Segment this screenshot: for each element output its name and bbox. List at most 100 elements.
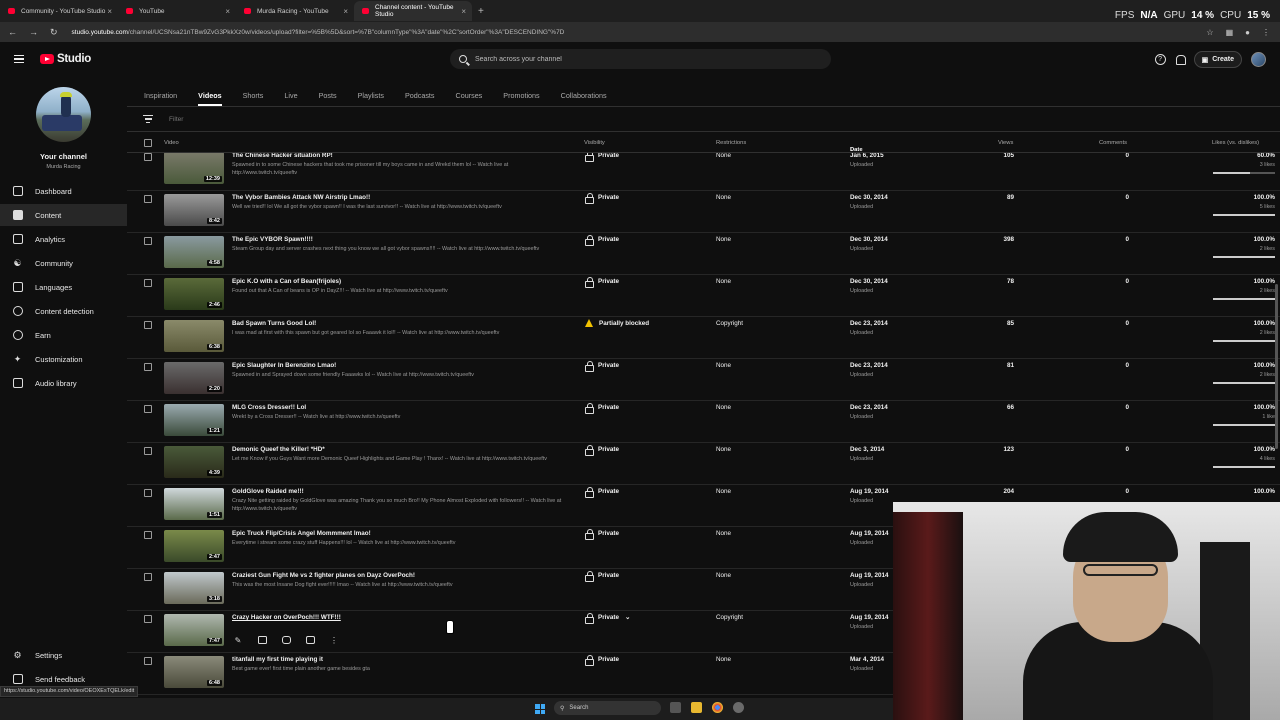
app-icon[interactable] — [733, 702, 744, 713]
row-checkbox[interactable] — [144, 363, 152, 371]
table-row[interactable]: 6:38 Bad Spawn Turns Good Lol! I was mad a… — [127, 317, 1280, 359]
windows-start-icon[interactable] — [535, 704, 545, 714]
video-thumbnail[interactable]: 6:48 — [164, 656, 224, 688]
search-input[interactable] — [475, 55, 795, 63]
row-checkbox[interactable] — [144, 531, 152, 539]
create-button[interactable]: ▣ Create — [1193, 51, 1242, 68]
tab-posts[interactable]: Posts — [319, 84, 337, 106]
tab-promotions[interactable]: Promotions — [503, 84, 539, 106]
sidebar-item-audio-library[interactable]: Audio library — [0, 372, 127, 394]
row-checkbox[interactable] — [144, 237, 152, 245]
visibility-cell[interactable]: Partially blocked — [585, 319, 649, 327]
video-title[interactable]: MLG Cross Dresser!! Lol — [232, 404, 306, 411]
video-title[interactable]: The Chinese Hacker situation RP! — [232, 153, 333, 159]
new-tab-button[interactable]: + — [478, 6, 484, 17]
studio-logo[interactable]: Studio — [40, 53, 91, 65]
visibility-cell[interactable]: Private — [585, 235, 619, 246]
task-view-icon[interactable] — [670, 702, 681, 713]
video-title[interactable]: Epic Truck Flip/Crisis Angel Mommment lm… — [232, 530, 371, 537]
views-cell[interactable]: 398 — [1003, 236, 1014, 243]
bookmark-star-icon[interactable]: ☆ — [1206, 28, 1213, 37]
tab-live[interactable]: Live — [284, 84, 297, 106]
account-avatar[interactable] — [1251, 52, 1266, 67]
views-cell[interactable]: 123 — [1003, 446, 1014, 453]
row-checkbox[interactable] — [144, 657, 152, 665]
sidebar-item-dashboard[interactable]: Dashboard — [0, 180, 127, 202]
notifications-bell-icon[interactable] — [1175, 54, 1186, 65]
visibility-cell[interactable]: Private — [585, 655, 619, 666]
video-thumbnail[interactable]: 2:47 — [164, 530, 224, 562]
visibility-cell[interactable]: Private — [585, 153, 619, 162]
views-cell[interactable]: 85 — [1007, 320, 1014, 327]
row-checkbox[interactable] — [144, 195, 152, 203]
tab-shorts[interactable]: Shorts — [243, 84, 264, 106]
browser-tab[interactable]: YouTube × — [118, 1, 236, 21]
video-thumbnail[interactable]: 4:39 — [164, 446, 224, 478]
tab-playlists[interactable]: Playlists — [358, 84, 384, 106]
visibility-cell[interactable]: Private — [585, 529, 619, 540]
row-checkbox[interactable] — [144, 489, 152, 497]
column-comments[interactable]: Comments — [1099, 140, 1127, 146]
chevron-down-icon[interactable]: ⌄ — [625, 614, 630, 621]
comments-icon[interactable] — [281, 635, 291, 645]
taskbar-search[interactable]: ⚲ Search — [554, 701, 661, 715]
filter-input[interactable]: Filter — [169, 116, 183, 123]
row-checkbox[interactable] — [144, 279, 152, 287]
comments-cell[interactable]: 0 — [1125, 404, 1129, 411]
back-icon[interactable]: ← — [8, 27, 17, 38]
video-title[interactable]: Craziest Gun Fight Me vs 2 fighter plane… — [232, 572, 415, 579]
sidebar-item-community[interactable]: ☯ Community — [0, 252, 127, 274]
visibility-cell[interactable]: Private — [585, 487, 619, 498]
tab-videos[interactable]: Videos — [198, 84, 223, 106]
views-cell[interactable]: 204 — [1003, 488, 1014, 495]
tab-collaborations[interactable]: Collaborations — [561, 84, 607, 106]
comments-cell[interactable]: 0 — [1125, 488, 1129, 495]
comments-cell[interactable]: 0 — [1125, 194, 1129, 201]
scrollbar[interactable] — [1275, 284, 1278, 449]
table-row[interactable]: 8:42 The Vybor Bambies Attack NW Airstrip… — [127, 191, 1280, 233]
chrome-icon[interactable] — [712, 702, 723, 713]
analytics-icon[interactable] — [257, 635, 267, 645]
table-row[interactable]: 1:21 MLG Cross Dresser!! Lol Wrekt by a Cr… — [127, 401, 1280, 443]
video-title[interactable]: titanfall my first time playing it — [232, 656, 323, 663]
views-cell[interactable]: 105 — [1003, 153, 1014, 159]
comments-cell[interactable]: 0 — [1125, 362, 1129, 369]
row-checkbox[interactable] — [144, 321, 152, 329]
comments-cell[interactable]: 0 — [1125, 278, 1129, 285]
table-row[interactable]: 4:58 The Epic VYBOR Spawn!!!! Steam Group … — [127, 233, 1280, 275]
comments-cell[interactable]: 0 — [1125, 153, 1129, 159]
video-title[interactable]: Demonic Queef the Killer! *HD* — [232, 446, 325, 453]
row-checkbox[interactable] — [144, 405, 152, 413]
row-checkbox[interactable] — [144, 573, 152, 581]
video-thumbnail[interactable]: 1:51 — [164, 488, 224, 520]
select-all-checkbox[interactable] — [144, 139, 152, 147]
video-thumbnail[interactable]: 1:21 — [164, 404, 224, 436]
tab-inspiration[interactable]: Inspiration — [144, 84, 177, 106]
browser-tab[interactable]: Community - YouTube Studio × — [0, 1, 118, 21]
visibility-cell[interactable]: Private ⌄ — [585, 613, 630, 624]
column-restrictions[interactable]: Restrictions — [716, 140, 746, 146]
video-thumbnail[interactable]: 2:20 — [164, 362, 224, 394]
filter-icon[interactable] — [143, 115, 153, 123]
sidebar-item-earn[interactable]: Earn — [0, 324, 127, 346]
row-checkbox[interactable] — [144, 615, 152, 623]
tab-podcasts[interactable]: Podcasts — [405, 84, 435, 106]
search-bar[interactable] — [450, 49, 831, 69]
sidebar-item-customization[interactable]: ✦ Customization — [0, 348, 127, 370]
video-title[interactable]: Crazy Hacker on OverPoch!!! WTF!!! — [232, 614, 341, 621]
table-row[interactable]: 4:39 Demonic Queef the Killer! *HD* Let me… — [127, 443, 1280, 485]
close-tab-icon[interactable]: × — [343, 7, 348, 16]
more-options-icon[interactable]: ⋮ — [329, 635, 339, 645]
visibility-cell[interactable]: Private — [585, 571, 619, 582]
video-title[interactable]: GoldGlove Raided me!!! — [232, 488, 304, 495]
video-title[interactable]: The Vybor Bambies Attack NW Airstrip Lma… — [232, 194, 370, 201]
views-cell[interactable]: 81 — [1007, 362, 1014, 369]
video-title[interactable]: Bad Spawn Turns Good Lol! — [232, 320, 316, 327]
table-row[interactable]: 2:20 Epic Slaughter In Berenzino Lmao! Spa… — [127, 359, 1280, 401]
reload-icon[interactable]: ↻ — [50, 27, 58, 38]
youtube-view-icon[interactable] — [305, 635, 315, 645]
menu-icon[interactable] — [14, 55, 24, 63]
row-checkbox[interactable] — [144, 447, 152, 455]
sidebar-item-content[interactable]: Content — [0, 204, 127, 226]
sidebar-item-languages[interactable]: Languages — [0, 276, 127, 298]
